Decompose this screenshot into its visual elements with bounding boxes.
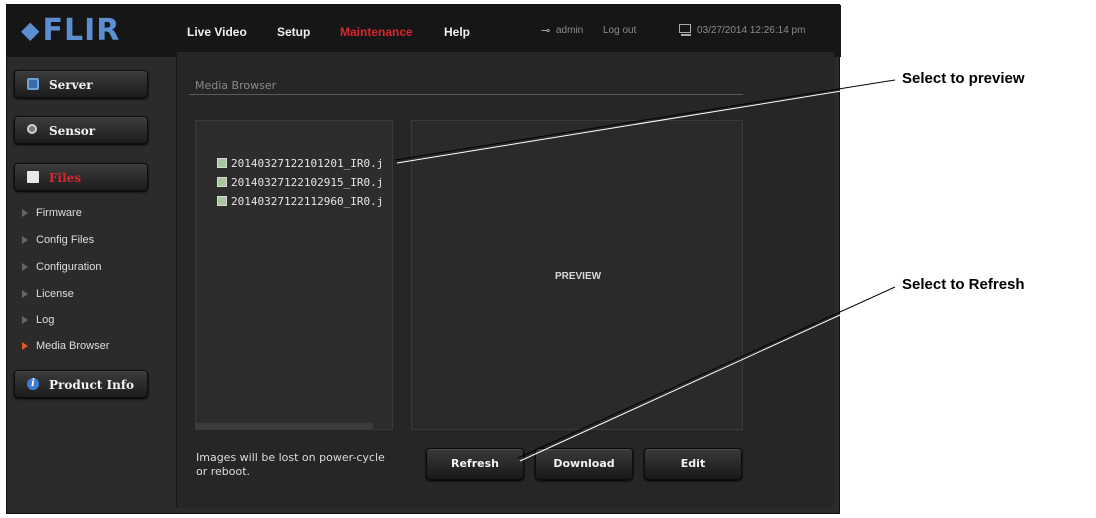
sidebar-item-label: Config Files [36, 234, 95, 246]
nav-live-video[interactable]: Live Video [187, 25, 247, 39]
image-file-icon [217, 158, 227, 168]
refresh-callout-label: Select to Refresh [902, 276, 1025, 293]
arrow-icon [22, 316, 28, 324]
nav-setup[interactable]: Setup [277, 25, 310, 39]
edit-button[interactable]: Edit [644, 448, 742, 480]
key-icon: ⊸ [541, 24, 551, 37]
flir-logo-icon: ◆ [21, 16, 41, 44]
file-name: 20140327122112960_IR0.j [231, 195, 384, 208]
preview-callout-label: Select to preview [902, 70, 1025, 87]
refresh-button[interactable]: Refresh [426, 448, 524, 480]
server-icon [27, 78, 39, 90]
title-divider [189, 94, 743, 95]
nav-help[interactable]: Help [444, 25, 470, 39]
sidebar-item-label: Media Browser [36, 340, 110, 352]
arrow-icon [22, 209, 28, 217]
sidebar-button-server[interactable]: Server [14, 70, 148, 98]
computer-icon [679, 24, 691, 36]
preview-panel: PREVIEW [411, 120, 743, 430]
arrow-icon [22, 236, 28, 244]
sidebar-button-sensor[interactable]: Sensor [14, 116, 148, 144]
files-icon [27, 171, 39, 183]
nav-maintenance[interactable]: Maintenance [340, 25, 413, 39]
page-title: Media Browser [195, 79, 277, 92]
arrow-icon [22, 290, 28, 298]
sidebar-button-label: Sensor [49, 124, 96, 138]
file-list-scrollbar[interactable] [195, 423, 373, 429]
file-name: 20140327122102915_IR0.j [231, 176, 384, 189]
arrow-icon [22, 263, 28, 271]
sidebar-button-label: Files [49, 171, 82, 185]
sidebar-button-label: Product Info [49, 378, 134, 392]
sidebar-item-label: License [36, 288, 74, 300]
sidebar-button-product-info[interactable]: i Product Info [14, 370, 148, 398]
sensor-icon [27, 124, 37, 134]
sidebar-item-label: Configuration [36, 261, 102, 273]
logout-link[interactable]: Log out [603, 25, 636, 36]
sidebar-button-label: Server [49, 78, 93, 92]
file-name: 20140327122101201_IR0.j [231, 157, 384, 170]
flir-logo: ◆FLIR [21, 13, 120, 48]
logo-text: FLIR [42, 13, 121, 48]
sidebar-button-files[interactable]: Files [14, 163, 148, 191]
sidebar-item-label: Firmware [36, 207, 82, 219]
image-file-icon [217, 196, 227, 206]
username: admin [556, 25, 584, 36]
sidebar-item-label: Log [36, 314, 55, 326]
preview-label: PREVIEW [554, 271, 602, 282]
datetime: 03/27/2014 12:26:14 pm [697, 25, 806, 36]
image-file-icon [217, 177, 227, 187]
arrow-icon [22, 342, 28, 350]
download-button[interactable]: Download [535, 448, 633, 480]
info-icon: i [27, 378, 39, 390]
top-bar: ◆FLIR Live Video Setup Maintenance Help … [7, 5, 841, 57]
power-cycle-note: Images will be lost on power-cycle or re… [196, 451, 385, 478]
